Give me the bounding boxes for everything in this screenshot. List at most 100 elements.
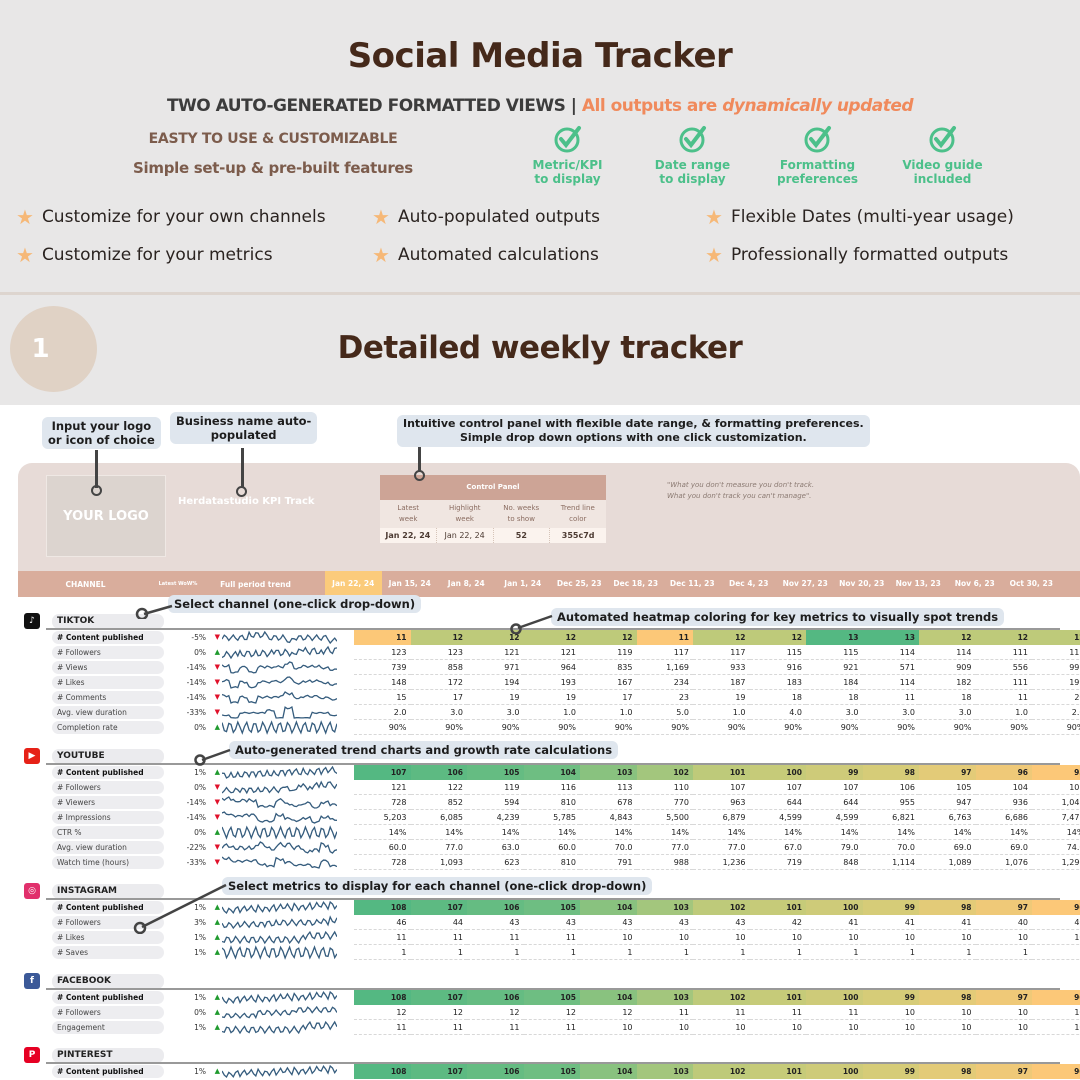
sparkline-path [222,645,337,660]
value-cell: 10 [919,1020,976,1035]
value-cell: 10 [862,930,919,945]
metric-select[interactable]: Watch time (hours) [52,856,164,869]
heatmap-cell: 98 [919,1064,976,1079]
wow-value: 0% ▼ [170,781,220,794]
wow-value: -33% ▼ [170,856,220,869]
heatmap-cell: 108 [354,900,411,915]
metric-select[interactable]: # Views [52,661,164,674]
value-cell: 10 [806,1020,863,1035]
value-cell: 43 [636,915,693,930]
value-cells: 728 852 594 810 678 770 963 644 644 955 947 936 1,04… [354,795,1080,810]
logo-placeholder[interactable]: YOUR LOGO [46,475,166,557]
value-cells: 10810710610510410310210110099989796 [354,1064,1080,1079]
wow-percent: 0% [194,1008,206,1017]
feature-label: Professionally formatted outputs [730,245,1009,265]
value-cell: 90% [354,720,411,735]
value-cell: 4.0 [749,705,806,720]
subline: TWO AUTO-GENERATED FORMATTED VIEWS | All… [0,96,1080,116]
value-cell: 69.0 [975,840,1032,855]
metric-row: # Content published 1% ▲ 108 107 106 105 104 103… [52,1064,1080,1079]
date-column-header: Nov 20, 23 [839,579,885,588]
metric-select[interactable]: # Comments [52,691,164,704]
metric-select[interactable]: Completion rate [52,721,164,734]
highlight-week-select[interactable]: Jan 22, 24 [437,528,494,543]
channel-select[interactable]: YOUTUBE [52,749,164,764]
wow-percent: 1% [194,1067,206,1076]
heatmap-cell: 99 [862,990,919,1005]
metric-select[interactable]: # Content published [52,991,164,1004]
wow-percent: 0% [194,828,206,837]
value-cell: 70.0 [580,840,637,855]
value-cell: 10 [862,1020,919,1035]
latest-week-select[interactable]: Jan 22, 24 [380,528,437,543]
sparkline-path [222,841,337,854]
channel-select[interactable]: FACEBOOK [52,974,164,989]
metric-select[interactable]: # Content published [52,1065,164,1078]
wow-value: 0% ▲ [170,646,220,659]
wow-percent: 1% [194,933,206,942]
heatmap-cell: 12 [580,630,637,645]
value-cell: 107 [806,780,863,795]
trend-color-select[interactable]: 355c7d [550,528,606,543]
metric-select[interactable]: # Followers [52,781,164,794]
value-cell: 11 [693,1005,750,1020]
cp-label-weeks-to-show: No. weeks to show [503,504,540,523]
value-cell: 234 [636,675,693,690]
sparkline-path [222,1005,337,1020]
feature-item: ★ Customize for your own channels [16,205,326,229]
sparkline-path [222,811,337,824]
value-cell: 14% [975,825,1032,840]
wow-value: 0% ▲ [170,1006,220,1019]
value-cells: 60.0 77.0 63.0 60.0 70.0 77.0 77.0 67.0 79.0 70.0… [354,840,1080,855]
metric-select[interactable]: Engagement [52,1021,164,1034]
wow-value: 1% ▲ [170,1065,220,1078]
metric-select[interactable]: Avg. view duration [52,706,164,719]
channel-select[interactable]: PINTEREST [52,1048,164,1063]
value-cell: 678 [580,795,637,810]
feature-label: Customize for your metrics [41,245,273,265]
value-cell: 111 [975,675,1032,690]
metric-select[interactable]: # Saves [52,946,164,959]
heatmap-cell: 101 [749,1064,806,1079]
weeks-to-show-select[interactable]: 52 [494,528,551,543]
metric-select[interactable]: # Content published [52,766,164,779]
date-columns: Jan 22, 24 Jan 15, 24 Jan 8, 24 Jan 1, 24 De… [325,571,1060,597]
value-cell: 167 [580,675,637,690]
metric-select[interactable]: # Impressions [52,811,164,824]
callout-channel: Select channel (one-click drop-down) [168,595,422,613]
check-label-1: Metric/KPI [532,158,603,172]
metric-select[interactable]: # Followers [52,1006,164,1019]
value-cell: 644 [806,795,863,810]
value-cell: 11 [749,1005,806,1020]
value-cell: 1,236 [693,855,750,870]
metric-select[interactable]: # Likes [52,676,164,689]
value-cell: 90% [410,720,467,735]
simple-tagline: Simple set-up & pre-built features [133,159,413,177]
date-column-header: Dec 4, 23 [729,579,769,588]
value-cell: 90% [523,720,580,735]
heatmap-cell: 102 [693,990,750,1005]
value-cell: 1,046 [1032,795,1080,810]
table-header: CHANNEL Latest WoW% Full period trend Ja… [18,571,1080,597]
easy-tagline: EASTY TO USE & CUSTOMIZABLE [148,131,398,147]
value-cell: 18 [919,690,976,705]
metric-select[interactable]: Avg. view duration [52,841,164,854]
callout-connector [135,604,173,619]
value-cell: 194 [467,675,524,690]
metric-select[interactable]: # Content published [52,631,164,644]
heatmap-cell: 100 [806,1064,863,1079]
value-cell: 909 [919,660,976,675]
value-cell: 1.0 [975,705,1032,720]
value-cell: 67.0 [749,840,806,855]
value-cell: 728 [354,795,411,810]
col-channel: CHANNEL [65,579,106,589]
value-cell: 44 [410,915,467,930]
metric-select[interactable]: CTR % [52,826,164,839]
metric-select[interactable]: # Followers [52,646,164,659]
metric-row: # Impressions -14% ▼ 5,203 6,085 4,239 5,785 4,… [52,810,1080,825]
heatmap-cell: 96 [1032,990,1080,1005]
heatmap-cell: 104 [580,900,637,915]
metric-select[interactable]: # Viewers [52,796,164,809]
value-cell: 988 [636,855,693,870]
wow-value: -14% ▼ [170,676,220,689]
